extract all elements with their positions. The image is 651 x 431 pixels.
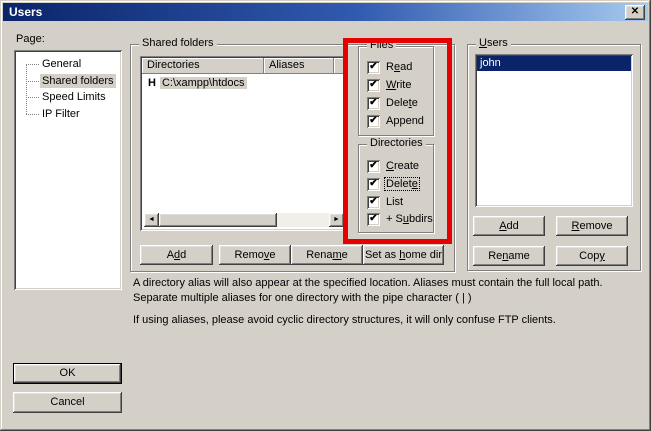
- check-icon: ✔: [369, 115, 377, 126]
- write-checkbox-row[interactable]: ✔ Write: [367, 79, 412, 93]
- files-group-label: Files: [367, 39, 396, 52]
- close-button[interactable]: ✕: [625, 5, 645, 20]
- horizontal-scrollbar[interactable]: ◄ ►: [144, 213, 344, 227]
- check-icon: ✔: [369, 79, 377, 90]
- ok-button[interactable]: OK: [13, 363, 122, 384]
- read-checkbox-row[interactable]: ✔ Read: [367, 61, 413, 75]
- users-dialog: Users ✕ Page: General Shared folders Spe…: [0, 0, 651, 431]
- alias-notes: A directory alias will also appear at th…: [133, 276, 636, 335]
- window-title: Users: [9, 5, 42, 19]
- rename-user-button[interactable]: Rename: [473, 246, 545, 266]
- read-label: Read: [385, 61, 413, 73]
- scrollbar-thumb[interactable]: [159, 213, 277, 227]
- page-item-shared-folders[interactable]: Shared folders: [40, 74, 116, 88]
- title-bar[interactable]: Users: [3, 3, 648, 21]
- list-checkbox[interactable]: ✔: [367, 196, 380, 209]
- remove-user-button[interactable]: Remove: [556, 216, 628, 236]
- delete-file-checkbox[interactable]: ✔: [367, 97, 380, 110]
- files-group: Files ✔Read ✔Write ✔Delete ✔Append: [358, 46, 434, 136]
- append-checkbox-row[interactable]: ✔ Append: [367, 115, 425, 129]
- scroll-left-arrow-icon[interactable]: ◄: [144, 213, 159, 227]
- list-label: List: [385, 196, 404, 208]
- check-icon: ✔: [369, 160, 377, 171]
- copy-user-button[interactable]: Copy: [556, 246, 628, 266]
- alias-note-line1: A directory alias will also appear at th…: [133, 276, 636, 306]
- tree-connector-line: [26, 64, 27, 114]
- add-folder-button[interactable]: Add: [140, 245, 213, 265]
- check-icon: ✔: [369, 213, 377, 224]
- create-checkbox-row[interactable]: ✔ Create: [367, 160, 420, 174]
- directories-group: Directories ✔Create ✔Delete ✔List ✔+ Sub…: [358, 144, 434, 233]
- read-checkbox[interactable]: ✔: [367, 61, 380, 74]
- create-checkbox[interactable]: ✔: [367, 160, 380, 173]
- append-checkbox[interactable]: ✔: [367, 115, 380, 128]
- column-header-directories[interactable]: Directories: [142, 58, 264, 74]
- delete-dir-label: Delete: [385, 178, 419, 190]
- listview-header: Directories Aliases: [142, 58, 346, 74]
- directory-row[interactable]: H C:\xampp\htdocs: [142, 76, 346, 91]
- check-icon: ✔: [369, 196, 377, 207]
- page-label: Page:: [16, 33, 45, 45]
- remove-folder-button[interactable]: Remove: [219, 245, 291, 265]
- delete-file-label: Delete: [385, 97, 419, 109]
- home-dir-marker: H: [148, 77, 156, 89]
- page-item-speed-limits[interactable]: Speed Limits: [40, 90, 108, 104]
- create-label: Create: [385, 160, 420, 172]
- cancel-button[interactable]: Cancel: [13, 392, 122, 413]
- directories-listview[interactable]: Directories Aliases H C:\xampp\htdocs ◄ ►: [140, 56, 348, 231]
- delete-dir-checkbox-row[interactable]: ✔ Delete: [367, 178, 419, 192]
- directory-path: C:\xampp\htdocs: [160, 77, 247, 89]
- subdirs-checkbox[interactable]: ✔: [367, 213, 380, 226]
- page-tree[interactable]: General Shared folders Speed Limits IP F…: [14, 50, 122, 290]
- tree-connector: [26, 114, 39, 115]
- column-header-aliases[interactable]: Aliases: [264, 58, 334, 74]
- alias-note-line2: If using aliases, please avoid cyclic di…: [133, 313, 636, 328]
- delete-file-checkbox-row[interactable]: ✔ Delete: [367, 97, 419, 111]
- subdirs-checkbox-row[interactable]: ✔ + Subdirs: [367, 213, 434, 227]
- check-icon: ✔: [369, 61, 377, 72]
- directories-group-label: Directories: [367, 137, 426, 150]
- write-checkbox[interactable]: ✔: [367, 79, 380, 92]
- set-home-dir-button[interactable]: Set as home dir: [363, 245, 444, 265]
- check-icon: ✔: [369, 178, 377, 189]
- tree-connector: [26, 81, 39, 82]
- users-listbox[interactable]: john: [475, 54, 633, 207]
- tree-connector: [26, 97, 39, 98]
- scroll-right-arrow-icon[interactable]: ►: [329, 213, 344, 227]
- user-list-item[interactable]: john: [477, 56, 631, 71]
- page-item-general[interactable]: General: [40, 57, 83, 71]
- append-label: Append: [385, 115, 425, 127]
- check-icon: ✔: [369, 97, 377, 108]
- delete-dir-checkbox[interactable]: ✔: [367, 178, 380, 191]
- subdirs-label: + Subdirs: [385, 213, 434, 225]
- rename-folder-button[interactable]: Rename: [291, 245, 363, 265]
- list-checkbox-row[interactable]: ✔ List: [367, 196, 404, 210]
- add-user-button[interactable]: Add: [473, 216, 545, 236]
- tree-connector: [26, 64, 39, 65]
- close-icon: ✕: [631, 6, 639, 17]
- users-group-label: Users: [476, 37, 511, 50]
- column-header-filler: [334, 58, 346, 74]
- shared-folders-group-label: Shared folders: [139, 37, 217, 50]
- write-label: Write: [385, 79, 412, 91]
- page-item-ip-filter[interactable]: IP Filter: [40, 107, 82, 121]
